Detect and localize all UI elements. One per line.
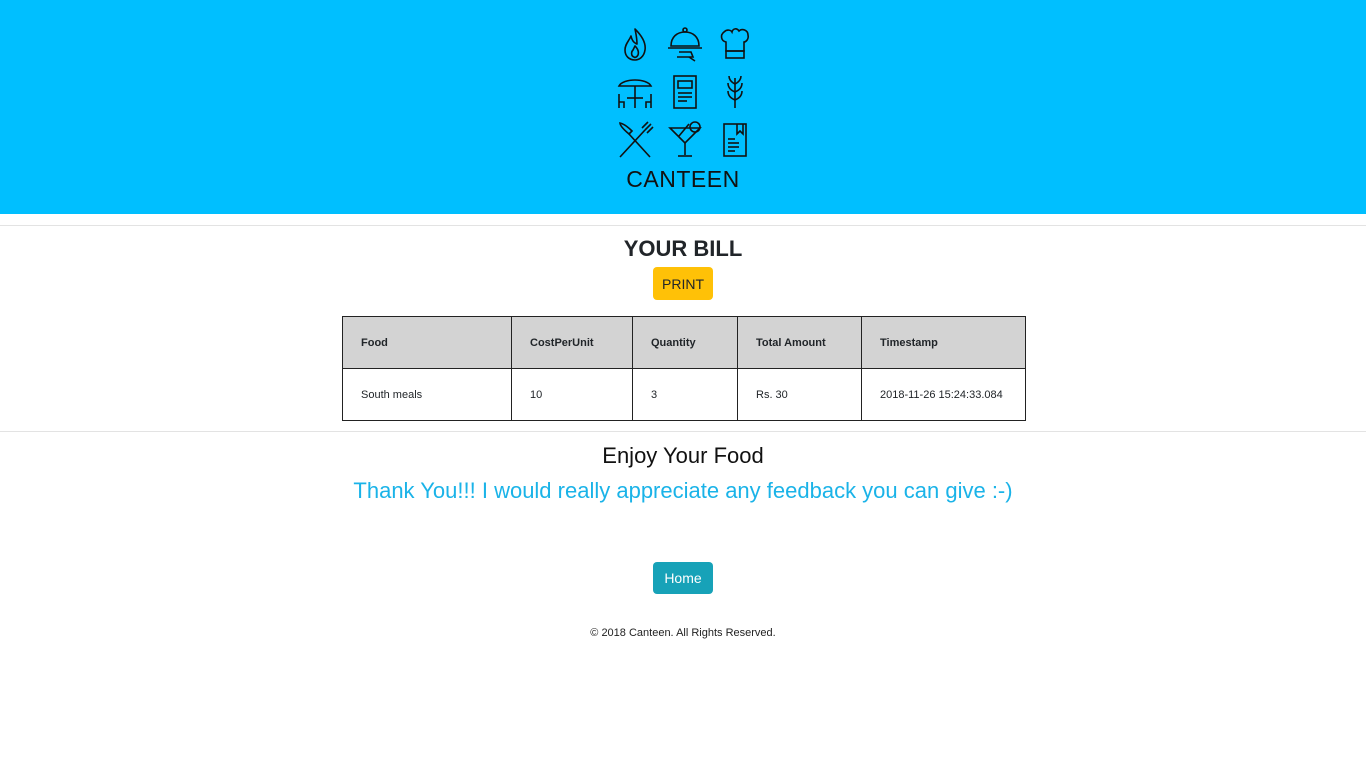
canteen-logo [610, 20, 760, 160]
cell-cost-per-unit: 10 [511, 368, 633, 421]
flame-icon [610, 20, 660, 68]
column-header-cost-per-unit: CostPerUnit [511, 316, 633, 369]
table-header-row: Food CostPerUnit Quantity Total Amount T… [342, 316, 1026, 369]
bill-title: YOUR BILL [623, 236, 743, 261]
recipe-book-icon [710, 116, 760, 164]
bill-table: Food CostPerUnit Quantity Total Amount T… [342, 316, 1026, 421]
menu-card-icon [660, 68, 710, 116]
umbrella-table-icon [610, 68, 660, 116]
cell-total-amount: Rs. 30 [737, 368, 862, 421]
print-button[interactable]: PRINT [653, 267, 713, 300]
thanks-message: Thank You!!! I would really appreciate a… [353, 478, 1013, 503]
chef-hat-icon [710, 20, 760, 68]
divider [0, 431, 1366, 432]
brand-title: CANTEEN [626, 166, 740, 192]
column-header-food: Food [342, 316, 512, 369]
enjoy-message: Enjoy Your Food [602, 443, 764, 468]
wheat-icon [710, 68, 760, 116]
column-header-timestamp: Timestamp [861, 316, 1026, 369]
header-banner: CANTEEN [0, 0, 1366, 214]
column-header-quantity: Quantity [632, 316, 738, 369]
divider [0, 225, 1366, 226]
cell-quantity: 3 [632, 368, 738, 421]
cell-food: South meals [342, 368, 512, 421]
footer-copyright: © 2018 Canteen. All Rights Reserved. [590, 627, 776, 639]
column-header-total-amount: Total Amount [737, 316, 862, 369]
cell-timestamp: 2018-11-26 15:24:33.084 [861, 368, 1026, 421]
home-button[interactable]: Home [653, 562, 713, 594]
fork-knife-icon [610, 116, 660, 164]
cocktail-icon [660, 116, 710, 164]
cloche-icon [660, 20, 710, 68]
table-row: South meals 10 3 Rs. 30 2018-11-26 15:24… [342, 368, 1026, 421]
